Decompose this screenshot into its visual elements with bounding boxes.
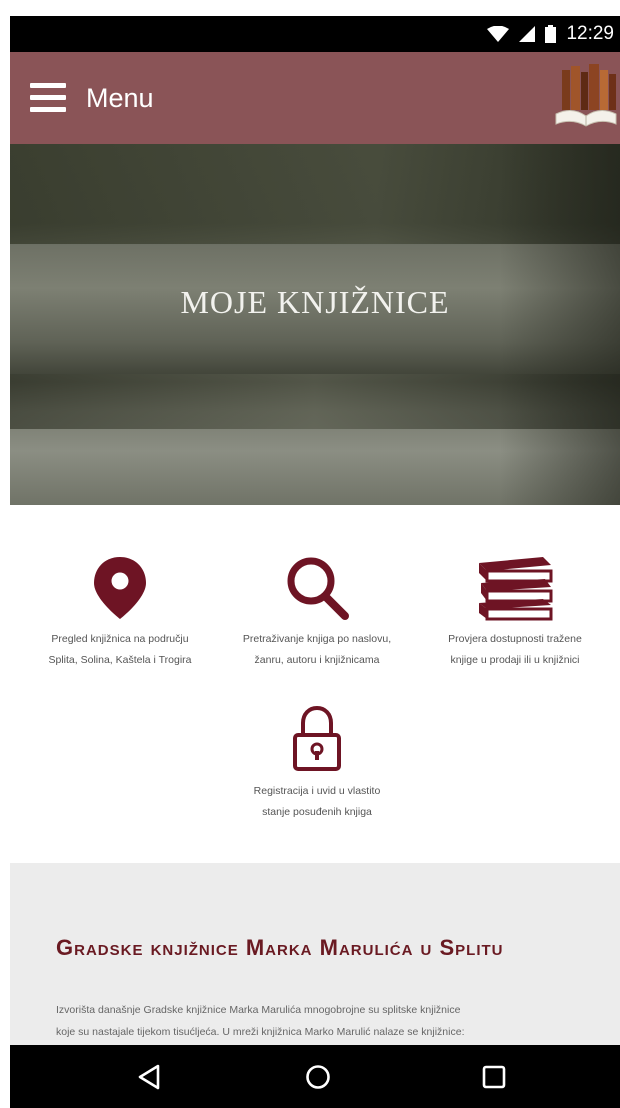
feature-library-map[interactable]: Pregled knjižnica na području Splita, So… — [25, 555, 215, 671]
clock: 12:29 — [566, 23, 614, 44]
about-title: Gradske knjižnice Marka Marulića u Split… — [56, 935, 504, 960]
home-button[interactable] — [278, 1045, 358, 1108]
about-section: Gradske knjižnice Marka Marulića u Split… — [10, 863, 620, 1045]
search-icon — [287, 557, 349, 620]
battery-icon — [545, 25, 557, 43]
home-icon — [306, 1064, 330, 1089]
hamburger-icon — [30, 83, 66, 112]
back-icon — [138, 1064, 160, 1089]
about-text: Izvorišta današnje Gradske knjižnice Mar… — [56, 999, 586, 1043]
feature-availability[interactable]: Provjera dostupnosti tražene knjige u pr… — [420, 555, 610, 671]
feature-caption-line: žanru, autoru i knjižnicama — [254, 654, 380, 666]
navigation-bar — [10, 1045, 620, 1108]
features-section: Pregled knjižnica na području Splita, So… — [10, 505, 620, 863]
map-pin-icon — [94, 557, 146, 619]
app-bar: Menu — [10, 52, 620, 144]
about-text-line: Izvorišta današnje Gradske knjižnice Mar… — [56, 1004, 461, 1016]
feature-caption-line: Pregled knjižnica na području — [51, 633, 189, 645]
books-icon — [479, 557, 553, 621]
lock-icon — [293, 705, 341, 771]
recents-button[interactable] — [454, 1045, 534, 1108]
feature-book-search[interactable]: Pretraživanje knjiga po naslovu, žanru, … — [222, 555, 412, 671]
hero-shadow — [500, 144, 620, 505]
feature-caption-line: Provjera dostupnosti tražene — [448, 633, 582, 645]
hero-banner: MOJE KNJIŽNICE — [10, 144, 620, 505]
about-text-line: koje su nastajale tijekom tisućljeća. U … — [56, 1026, 465, 1038]
recents-icon — [482, 1065, 506, 1088]
phone-screen: 12:29 Menu MOJE KNJIŽNICE Pregled knjižn… — [10, 16, 620, 1108]
signal-icon — [519, 26, 536, 42]
wifi-icon — [487, 26, 510, 42]
feature-caption-line: stanje posuđenih knjiga — [262, 806, 372, 818]
books-logo[interactable] — [554, 62, 618, 132]
menu-button[interactable]: Menu — [30, 78, 154, 118]
back-button[interactable] — [109, 1045, 189, 1108]
status-bar: 12:29 — [10, 16, 620, 52]
feature-registration[interactable]: Registracija i uvid u vlastito stanje po… — [222, 705, 412, 823]
hero-title: MOJE KNJIŽNICE — [180, 284, 450, 320]
menu-label: Menu — [86, 82, 154, 113]
feature-caption-line: Pretraživanje knjiga po naslovu, — [242, 633, 392, 645]
feature-caption-line: Splita, Solina, Kaštela i Trogira — [48, 654, 192, 666]
feature-caption-line: Registracija i uvid u vlastito — [253, 785, 381, 797]
feature-caption-line: knjige u prodaji ili u knjižnici — [450, 654, 580, 666]
